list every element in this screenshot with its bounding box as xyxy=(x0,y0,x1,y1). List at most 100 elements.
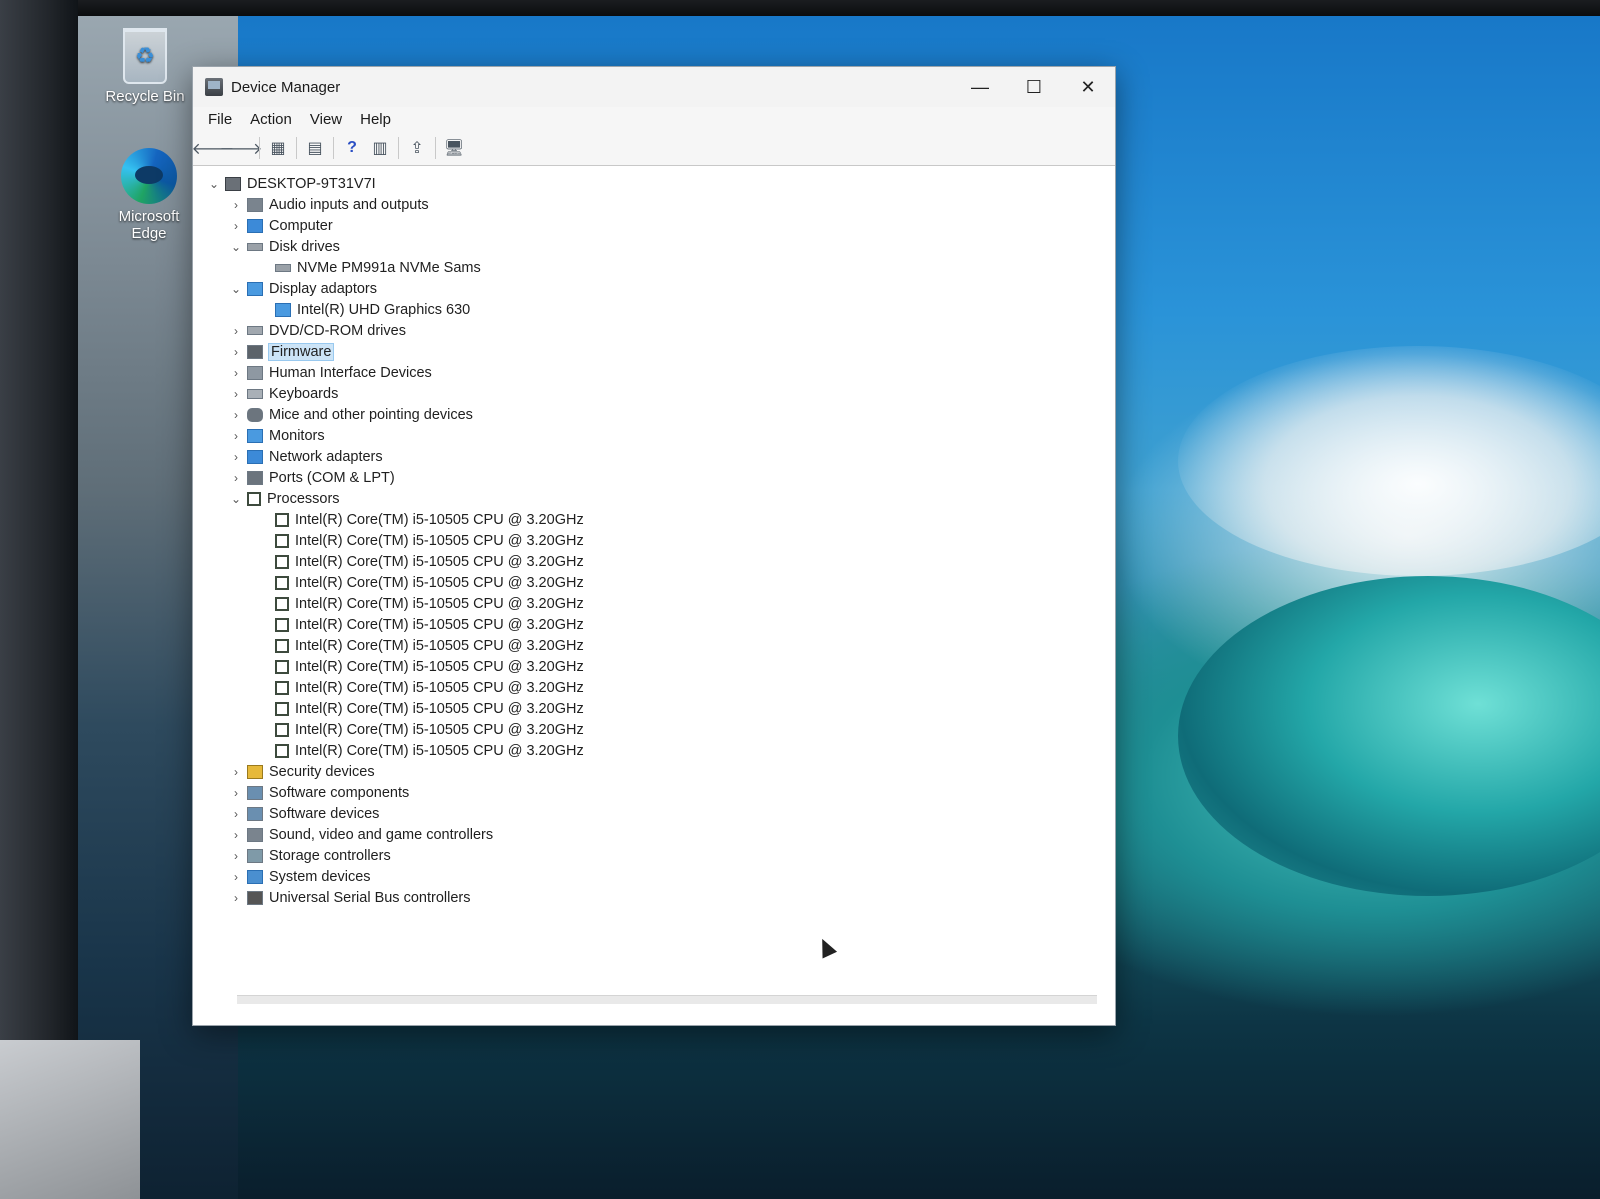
tree-category[interactable]: › DVD/CD-ROM drives xyxy=(205,320,1113,341)
chevron-down-icon[interactable]: ⌄ xyxy=(227,492,245,506)
chevron-right-icon[interactable]: › xyxy=(227,471,245,485)
chevron-down-icon[interactable]: ⌄ xyxy=(227,282,245,296)
tree-category-label: Monitors xyxy=(269,427,325,444)
tree-device[interactable]: Intel(R) Core(TM) i5-10505 CPU @ 3.20GHz xyxy=(205,593,1113,614)
chevron-right-icon[interactable]: › xyxy=(227,366,245,380)
chevron-right-icon[interactable]: › xyxy=(227,765,245,779)
tree-device[interactable]: Intel(R) UHD Graphics 630 xyxy=(205,299,1113,320)
device-manager-window: Device Manager — ☐ ✕ File Action View He… xyxy=(192,66,1116,1026)
tree-device[interactable]: Intel(R) Core(TM) i5-10505 CPU @ 3.20GHz xyxy=(205,740,1113,761)
tree-category[interactable]: › Keyboards xyxy=(205,383,1113,404)
cpu-icon xyxy=(275,533,289,548)
help-icon[interactable]: ? xyxy=(339,136,365,160)
tree-category[interactable]: › Firmware xyxy=(205,341,1113,362)
chevron-right-icon[interactable]: › xyxy=(227,387,245,401)
tree-device[interactable]: Intel(R) Core(TM) i5-10505 CPU @ 3.20GHz xyxy=(205,635,1113,656)
tree-category[interactable]: › Monitors xyxy=(205,425,1113,446)
chevron-right-icon[interactable]: › xyxy=(227,891,245,905)
chevron-right-icon[interactable]: › xyxy=(227,828,245,842)
tree-device[interactable]: Intel(R) Core(TM) i5-10505 CPU @ 3.20GHz xyxy=(205,572,1113,593)
chevron-right-icon[interactable]: › xyxy=(227,429,245,443)
tree-device-label: Intel(R) Core(TM) i5-10505 CPU @ 3.20GHz xyxy=(295,721,584,738)
tree-category-label: Processors xyxy=(267,490,340,507)
chevron-right-icon[interactable]: › xyxy=(227,408,245,422)
tree-category[interactable]: ⌄ Disk drives xyxy=(205,236,1113,257)
tree-category[interactable]: › Sound, video and game controllers xyxy=(205,824,1113,845)
toolbar-separator xyxy=(333,137,334,159)
wallpaper-wave-foam xyxy=(1178,346,1600,576)
software-device-icon xyxy=(247,806,263,821)
chevron-right-icon[interactable]: › xyxy=(227,786,245,800)
tree-category-label: Mice and other pointing devices xyxy=(269,406,473,423)
tree-device[interactable]: Intel(R) Core(TM) i5-10505 CPU @ 3.20GHz xyxy=(205,509,1113,530)
device-manager-icon xyxy=(205,78,223,96)
tree-device-label: Intel(R) Core(TM) i5-10505 CPU @ 3.20GHz xyxy=(295,616,584,633)
menu-action[interactable]: Action xyxy=(241,111,301,128)
cpu-icon xyxy=(275,722,289,737)
menu-file[interactable]: File xyxy=(199,111,241,128)
title-bar[interactable]: Device Manager — ☐ ✕ xyxy=(193,67,1115,107)
tree-category-label: Storage controllers xyxy=(269,847,391,864)
maximize-button[interactable]: ☐ xyxy=(1007,67,1061,107)
chevron-right-icon[interactable]: › xyxy=(227,807,245,821)
tree-category-label: Security devices xyxy=(269,763,375,780)
chevron-right-icon[interactable]: › xyxy=(227,450,245,464)
tree-category-label: Ports (COM & LPT) xyxy=(269,469,395,486)
scan-hardware-monitor-icon[interactable]: 🖥 xyxy=(441,136,467,160)
tree-category[interactable]: › System devices xyxy=(205,866,1113,887)
chevron-right-icon[interactable]: › xyxy=(227,870,245,884)
tree-category[interactable]: ⌄ Display adaptors xyxy=(205,278,1113,299)
tree-device[interactable]: Intel(R) Core(TM) i5-10505 CPU @ 3.20GHz xyxy=(205,719,1113,740)
wallpaper-wave-curl xyxy=(1178,576,1600,896)
desktop-icon-recycle-bin[interactable]: ♻ Recycle Bin xyxy=(100,28,190,105)
update-driver-icon[interactable]: ⇪ xyxy=(404,136,430,160)
properties-icon[interactable]: ▤ xyxy=(302,136,328,160)
horizontal-scrollbar[interactable] xyxy=(237,995,1097,1004)
tree-category[interactable]: › Ports (COM & LPT) xyxy=(205,467,1113,488)
tree-category[interactable]: › Computer xyxy=(205,215,1113,236)
forward-arrow-icon[interactable]: 🡒 xyxy=(220,136,263,160)
show-hide-console-tree-icon[interactable]: ▦ xyxy=(265,136,291,160)
tree-category[interactable]: › Audio inputs and outputs xyxy=(205,194,1113,215)
chevron-right-icon[interactable]: › xyxy=(227,849,245,863)
tree-device[interactable]: NVMe PM991a NVMe Sams xyxy=(205,257,1113,278)
tree-category[interactable]: › Storage controllers xyxy=(205,845,1113,866)
tree-category[interactable]: › Software components xyxy=(205,782,1113,803)
tree-category[interactable]: › Universal Serial Bus controllers xyxy=(205,887,1113,908)
network-icon xyxy=(247,449,263,464)
tree-root[interactable]: ⌄ DESKTOP-9T31V7I xyxy=(205,173,1113,194)
cpu-icon xyxy=(275,659,289,674)
security-icon xyxy=(247,764,263,779)
tree-category[interactable]: ⌄ Processors xyxy=(205,488,1113,509)
tree-category[interactable]: › Human Interface Devices xyxy=(205,362,1113,383)
chevron-right-icon[interactable]: › xyxy=(227,198,245,212)
tree-device[interactable]: Intel(R) Core(TM) i5-10505 CPU @ 3.20GHz xyxy=(205,677,1113,698)
tree-device[interactable]: Intel(R) Core(TM) i5-10505 CPU @ 3.20GHz xyxy=(205,551,1113,572)
tree-device[interactable]: Intel(R) Core(TM) i5-10505 CPU @ 3.20GHz xyxy=(205,698,1113,719)
chevron-down-icon[interactable]: ⌄ xyxy=(205,177,223,191)
minimize-button[interactable]: — xyxy=(953,67,1007,107)
tree-category-label: DVD/CD-ROM drives xyxy=(269,322,406,339)
menu-help[interactable]: Help xyxy=(351,111,400,128)
desktop-icon-edge[interactable]: Microsoft Edge xyxy=(104,148,194,242)
chevron-down-icon[interactable]: ⌄ xyxy=(227,240,245,254)
chevron-right-icon[interactable]: › xyxy=(227,219,245,233)
chevron-right-icon[interactable]: › xyxy=(227,324,245,338)
tree-category[interactable]: › Network adapters xyxy=(205,446,1113,467)
tree-device[interactable]: Intel(R) Core(TM) i5-10505 CPU @ 3.20GHz xyxy=(205,656,1113,677)
menu-view[interactable]: View xyxy=(301,111,351,128)
device-tree: ⌄ DESKTOP-9T31V7I › Audio inputs and outp… xyxy=(193,167,1113,908)
toolbar-separator xyxy=(398,137,399,159)
window-title: Device Manager xyxy=(231,78,341,96)
tree-category[interactable]: › Software devices xyxy=(205,803,1113,824)
tree-category[interactable]: › Security devices xyxy=(205,761,1113,782)
cpu-icon xyxy=(275,743,289,758)
action-pane-icon[interactable]: ▥ xyxy=(367,136,393,160)
tree-device[interactable]: Intel(R) Core(TM) i5-10505 CPU @ 3.20GHz xyxy=(205,530,1113,551)
keyboard-icon xyxy=(247,388,263,399)
close-button[interactable]: ✕ xyxy=(1061,67,1115,107)
tree-category[interactable]: › Mice and other pointing devices xyxy=(205,404,1113,425)
tree-device[interactable]: Intel(R) Core(TM) i5-10505 CPU @ 3.20GHz xyxy=(205,614,1113,635)
chevron-right-icon[interactable]: › xyxy=(227,345,245,359)
system-icon xyxy=(247,869,263,884)
